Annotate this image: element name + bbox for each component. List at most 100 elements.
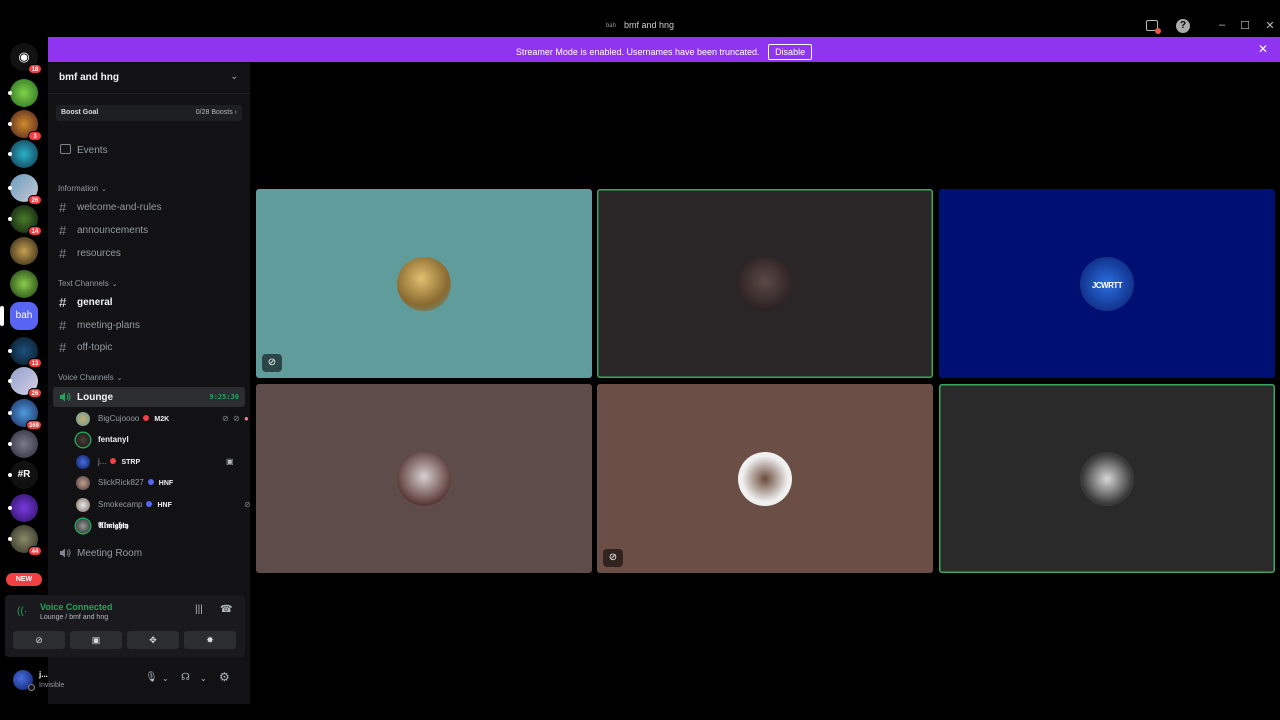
events-item[interactable]: Events [53, 140, 245, 160]
speaker-icon [60, 548, 71, 558]
server-icon[interactable] [8, 494, 38, 522]
server-icon[interactable]: 3 [8, 110, 42, 141]
channel-general[interactable]: # general [53, 292, 245, 312]
disable-streamer-mode-button[interactable]: Disable [768, 44, 813, 60]
avatar [397, 451, 451, 506]
window-title-text: bmf and hng [623, 20, 675, 30]
guild-name: bmf and hng [59, 72, 119, 83]
minimize-icon[interactable]: – [1214, 19, 1230, 31]
video-tile[interactable] [939, 384, 1275, 573]
channel-meeting-plans[interactable]: # meeting-plans [53, 315, 245, 335]
title-bar: bah bmf and hng ? – ☐ ✕ [0, 16, 1280, 37]
avatar [397, 256, 451, 311]
video-tile[interactable] [597, 189, 933, 378]
voice-user-name: SlickRick827 [98, 478, 144, 487]
server-icon[interactable]: 369 [8, 399, 42, 430]
server-icon-active[interactable]: bah [0, 302, 38, 330]
voice-user[interactable]: SlickRick827 HNF [76, 474, 246, 492]
channel-welcome-and-rules[interactable]: # welcome-and-rules [53, 197, 245, 217]
disconnect-icon[interactable]: ☎ [220, 604, 232, 615]
category-voice-channels[interactable]: Voice Channels ⌄ [58, 373, 122, 382]
server-icon[interactable]: 26 [8, 174, 42, 205]
speaker-icon [60, 392, 71, 402]
channel-resources[interactable]: # resources [53, 243, 245, 263]
server-icon[interactable] [8, 430, 38, 458]
soundboard-button[interactable]: ✸ [184, 631, 236, 649]
server-icon[interactable] [10, 270, 38, 298]
boost-progress: 0/28 Boosts › [195, 109, 237, 116]
server-badge: 26 [28, 195, 42, 205]
server-icon[interactable]: 44 [8, 525, 42, 556]
server-icon[interactable] [10, 237, 38, 265]
share-screen-button[interactable]: ▣ [70, 631, 122, 649]
window-server-icon: bah [605, 23, 616, 29]
avatar-text: JCWRTT [1091, 280, 1123, 290]
voice-user[interactable]: BigCujoooo M2K ⊘ ⊘ ● [76, 410, 249, 428]
video-tile[interactable] [256, 384, 592, 573]
hash-icon: # [59, 295, 67, 310]
voice-user-tag: M2K [154, 416, 170, 423]
channel-label: off-topic [77, 342, 113, 353]
chevron-down-icon: ⌄ [230, 71, 238, 81]
channel-off-topic[interactable]: # off-topic [53, 337, 245, 357]
active-server-label: bah [10, 302, 38, 330]
settings-gear-icon[interactable]: ⚙ [219, 670, 230, 684]
voice-location[interactable]: Lounge / bmf and hng [40, 614, 108, 621]
voice-channel-meeting-room[interactable]: Meeting Room [53, 543, 245, 563]
server-icon[interactable]: 13 [8, 337, 42, 368]
voice-connection-panel: ((· Voice Connected Lounge / bmf and hng… [5, 595, 245, 657]
activities-button[interactable]: ✥ [127, 631, 179, 649]
video-tile[interactable]: ⊘ [256, 189, 592, 378]
server-hash-r-label: #R [10, 461, 38, 489]
server-icon[interactable]: #R [8, 461, 38, 489]
avatar [76, 455, 90, 469]
hash-icon: # [59, 200, 67, 215]
dm-badge: 18 [28, 64, 42, 74]
headphones-icon[interactable]: ☊ [181, 672, 190, 683]
voice-status[interactable]: Voice Connected [40, 602, 112, 612]
microphone-icon[interactable]: 🎙 [145, 672, 158, 683]
server-icon[interactable]: 26 [8, 367, 42, 398]
maximize-icon[interactable]: ☐ [1237, 19, 1253, 32]
server-badge: 3 [28, 131, 42, 141]
server-badge: 44 [28, 546, 42, 556]
username[interactable]: j... [39, 670, 48, 679]
voice-user-name: Smokecamp [98, 500, 143, 509]
noise-suppression-icon[interactable]: ||| [195, 604, 203, 615]
channel-announcements[interactable]: # announcements [53, 220, 245, 240]
close-window-icon[interactable]: ✕ [1262, 19, 1278, 32]
deafened-icon: ⊘ [233, 414, 240, 423]
voice-user[interactable]: fentanyl [76, 431, 246, 449]
voice-user-tag: HNF [157, 502, 172, 509]
tag-icon [110, 458, 117, 464]
voice-user[interactable]: Smokecamp HNF ⊘ [76, 496, 251, 514]
server-icon[interactable]: 14 [8, 205, 42, 236]
category-text-channels[interactable]: Text Channels ⌄ [58, 279, 118, 288]
channel-label: general [77, 297, 113, 308]
chevron-down-icon[interactable]: ⌄ [162, 674, 169, 683]
window-title: bah bmf and hng [0, 20, 1280, 30]
voice-user[interactable]: j... STRP ▣ [76, 453, 246, 471]
hash-icon: # [59, 246, 67, 261]
chevron-down-icon[interactable]: ⌄ [200, 674, 207, 683]
server-icon[interactable] [8, 140, 38, 168]
avatar [76, 498, 90, 512]
avatar [76, 476, 90, 490]
server-rail: ◉ 18 3 26 14 bah 13 26 369 #R 44 NEW [0, 37, 48, 597]
voice-channel-lounge[interactable]: Lounge 9:25:30 [53, 387, 245, 407]
guild-header[interactable]: bmf and hng ⌄ [48, 62, 250, 94]
inbox-icon[interactable] [1146, 20, 1161, 34]
voice-user[interactable]: 𝕬𝖑𝖒𝖎𝖌𝖍𝖙𝖞 [76, 517, 246, 535]
boost-goal-bar[interactable]: Boost Goal 0/28 Boosts › [56, 105, 242, 121]
direct-messages-button[interactable]: ◉ 18 [10, 43, 42, 74]
video-tile[interactable]: JCWRTT [939, 189, 1275, 378]
video-tile[interactable]: ⊘ [597, 384, 933, 573]
category-information[interactable]: Information ⌄ [58, 184, 107, 193]
channel-label: Meeting Room [77, 548, 143, 559]
camera-off-button[interactable]: ⊘ [13, 631, 65, 649]
close-banner-icon[interactable]: ✕ [1258, 42, 1268, 56]
user-status: Invisible [39, 682, 65, 689]
signal-icon: ((· [17, 606, 27, 617]
server-icon[interactable] [8, 79, 38, 107]
help-icon[interactable]: ? [1176, 19, 1190, 33]
